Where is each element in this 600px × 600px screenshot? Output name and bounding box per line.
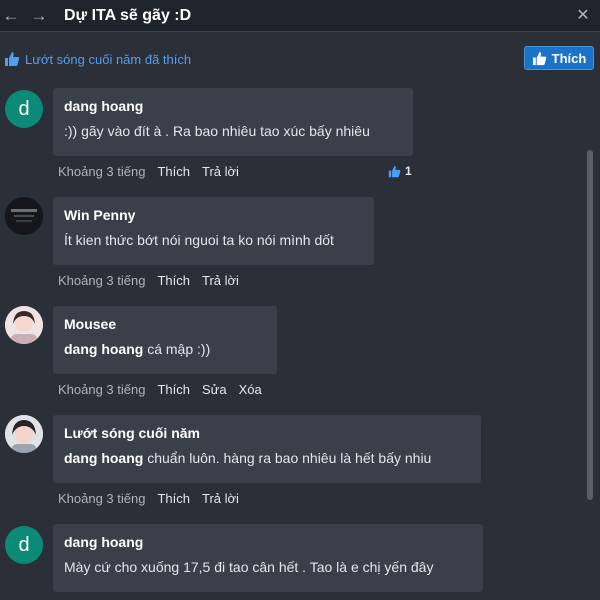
post-like-summary: Lướt sóng cuối năm đã thích Thích	[0, 44, 600, 74]
dark-profile-photo	[5, 197, 43, 235]
comment-text: :)) gãy vào đít à . Ra bao nhiêu tao xúc…	[64, 123, 370, 139]
comment-bubble: dang hoang :)) gãy vào đít à . Ra bao nh…	[53, 88, 413, 156]
like-button[interactable]: Thích	[524, 46, 594, 70]
comment-author[interactable]: Win Penny	[64, 205, 363, 225]
profile-photo	[5, 415, 43, 453]
mention-tag[interactable]: dang hoang	[64, 341, 143, 357]
back-arrow-icon[interactable]: ←	[0, 5, 22, 27]
comment-time: Khoảng 3 tiếng	[58, 163, 146, 179]
comment-meta: Khoảng 3 tiếng Thích Trả lời	[58, 162, 239, 180]
comment-bubble: Mousee dang hoang cá mập :))	[53, 306, 277, 374]
comment-text: dang hoang chuẩn luôn. hàng ra bao nhiêu…	[64, 448, 470, 468]
like-action[interactable]: Thích	[157, 491, 190, 506]
liked-by-link[interactable]: Lướt sóng cuối năm đã thích	[25, 52, 191, 67]
comment-time: Khoảng 3 tiếng	[58, 381, 146, 397]
comment-bubble: Win Penny Ít kien thức bớt nói nguoi ta …	[53, 197, 374, 265]
comment-like-count[interactable]: 1	[388, 162, 412, 180]
reply-action[interactable]: Trả lời	[202, 164, 239, 179]
comment-author[interactable]: dang hoang	[64, 532, 472, 552]
page-title: Dự ITA sẽ gãy :D	[64, 6, 192, 24]
like-button-label: Thích	[551, 50, 587, 66]
comment-author[interactable]: dang hoang	[64, 96, 402, 116]
like-action[interactable]: Thích	[157, 273, 190, 288]
comment-bubble: Lướt sóng cuối năm dang hoang chuẩn luôn…	[53, 415, 481, 483]
title-bar: ← → Dự ITA sẽ gãy :D ✕	[0, 0, 600, 32]
avatar[interactable]	[5, 306, 43, 344]
comment-text: Ít kien thức bớt nói nguoi ta ko nói mìn…	[64, 232, 334, 248]
like-action[interactable]: Thích	[157, 382, 190, 397]
comment-time: Khoảng 3 tiếng	[58, 272, 146, 288]
profile-photo	[5, 306, 43, 344]
comment-time: Khoảng 3 tiếng	[58, 490, 146, 506]
forward-arrow-icon[interactable]: →	[28, 5, 50, 27]
mention-tag[interactable]: dang hoang	[64, 450, 143, 466]
comment-body: chuẩn luôn. hàng ra bao nhiêu là hết bấy…	[147, 450, 432, 466]
avatar[interactable]	[5, 415, 43, 453]
like-action[interactable]: Thích	[157, 164, 190, 179]
scrollbar[interactable]	[587, 150, 593, 500]
comment-meta: Khoảng 3 tiếng Thích Sửa Xóa	[58, 380, 262, 398]
avatar[interactable]: d	[5, 90, 43, 128]
reply-action[interactable]: Trả lời	[202, 491, 239, 506]
thumbs-up-icon	[388, 165, 401, 177]
avatar[interactable]	[5, 197, 43, 235]
close-icon[interactable]: ✕	[572, 4, 594, 26]
reply-action[interactable]: Trả lời	[202, 273, 239, 288]
comment-author[interactable]: Lướt sóng cuối năm	[64, 423, 470, 443]
comment-text: Mày cứ cho xuống 17,5 đi tao cân hết . T…	[64, 559, 434, 575]
comment-meta: Khoảng 3 tiếng Thích Trả lời	[58, 271, 239, 289]
delete-action[interactable]: Xóa	[239, 382, 262, 397]
like-count: 1	[405, 164, 412, 178]
edit-action[interactable]: Sửa	[202, 382, 227, 397]
comment-bubble: dang hoang Mày cứ cho xuống 17,5 đi tao …	[53, 524, 483, 592]
avatar[interactable]: d	[5, 526, 43, 564]
comment-author[interactable]: Mousee	[64, 314, 266, 334]
comment-meta: Khoảng 3 tiếng Thích Trả lời	[58, 489, 239, 507]
comment-body: cá mập :))	[147, 341, 211, 357]
thumbs-up-icon	[4, 51, 20, 67]
comment-text: dang hoang cá mập :))	[64, 339, 266, 359]
thumbs-up-icon	[532, 51, 546, 65]
